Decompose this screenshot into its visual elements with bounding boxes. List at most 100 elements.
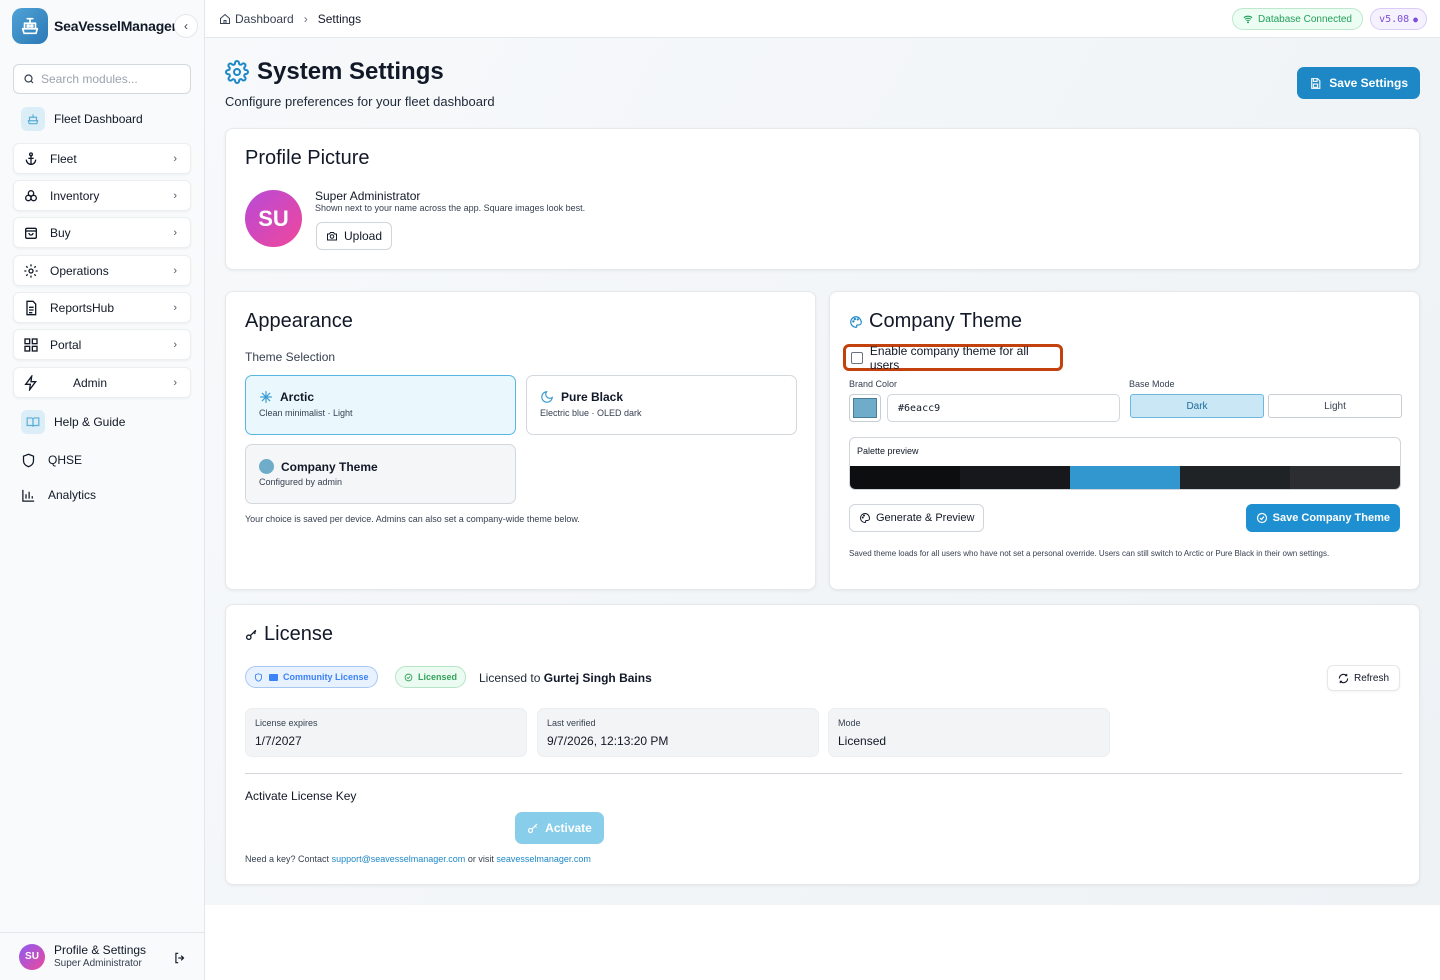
sidebar-item-buy[interactable]: Buy › [13, 217, 191, 248]
sidebar-item-fleet[interactable]: Fleet › [13, 143, 191, 174]
sidebar-item-inventory[interactable]: Inventory › [13, 180, 191, 211]
sidebar-item-label: Fleet Dashboard [54, 112, 143, 126]
palette-swatch [960, 466, 1070, 489]
camera-icon [327, 232, 337, 241]
module-search[interactable] [13, 64, 191, 94]
chevron-right-icon: › [303, 12, 308, 26]
profile-settings-link[interactable]: SU Profile & Settings Super Administrato… [0, 932, 205, 980]
shield-icon [255, 672, 262, 682]
theme-option-pure-black[interactable]: Pure Black Electric blue · OLED dark [526, 375, 797, 435]
logout-icon[interactable] [173, 951, 187, 965]
chevron-right-icon: › [173, 376, 177, 389]
website-link[interactable]: seavesselmanager.com [496, 854, 591, 864]
page-title: System Settings [257, 58, 444, 85]
profile-name: Super Administrator [315, 189, 421, 203]
palette-icon [850, 315, 862, 328]
sidebar: SeaVesselManager ‹ Fleet Dashboard Fleet… [0, 0, 205, 980]
theme-selection-label: Theme Selection [245, 350, 336, 364]
refresh-license-button[interactable]: Refresh [1326, 665, 1400, 691]
bar-chart-icon [22, 489, 35, 502]
stat-label: Mode [838, 718, 861, 728]
theme-option-arctic[interactable]: Arctic Clean minimalist · Light [245, 375, 516, 435]
sidebar-item-label: Inventory [50, 188, 100, 203]
palette-preview-label: Palette preview [857, 446, 919, 456]
license-mode-stat: Mode Licensed [828, 708, 1110, 757]
checkbox-label: Enable company theme for all users [869, 343, 1029, 372]
enable-company-theme-checkbox[interactable]: Enable company theme for all users [843, 343, 1063, 372]
stat-value: Licensed [838, 734, 887, 748]
base-mode-label: Base Mode [1129, 379, 1175, 389]
chevron-right-icon: › [173, 226, 177, 239]
brand-color-input[interactable]: #6eacc9 [887, 394, 1120, 422]
app-name: SeaVesselManager [54, 18, 177, 34]
theme-option-company[interactable]: Company Theme Configured by admin [245, 444, 516, 504]
shopping-bag-icon [25, 227, 37, 239]
support-email-link[interactable]: support@seavesselmanager.com [332, 854, 466, 864]
license-status-text: Licensed [418, 672, 458, 682]
mode-light-button[interactable]: Light [1268, 394, 1402, 418]
save-settings-button[interactable]: Save Settings [1297, 67, 1420, 99]
sidebar-item-operations[interactable]: Operations › [13, 255, 191, 286]
brand-color-swatch [853, 398, 877, 418]
sidebar-item-qhse[interactable]: QHSE [21, 450, 82, 470]
grid-icon [24, 337, 38, 352]
chevron-right-icon: › [173, 338, 177, 351]
refresh-icon [1338, 673, 1349, 683]
sidebar-item-label: Help & Guide [54, 415, 126, 429]
home-icon [220, 13, 230, 24]
mode-dark-button[interactable]: Dark [1130, 394, 1264, 418]
sidebar-item-fleet-dashboard[interactable]: Fleet Dashboard [13, 103, 191, 135]
upload-button[interactable]: Upload [316, 222, 393, 250]
version-text: v5.08 [1379, 13, 1410, 25]
licensee-name: Gurtej Singh Bains [543, 671, 652, 685]
wifi-icon [1243, 15, 1253, 24]
license-type-text: Community License [283, 672, 369, 682]
save-company-theme-label: Save Company Theme [1272, 512, 1390, 524]
card-icon [269, 673, 278, 681]
profile-picture-card: Profile Picture SU Super Administrator S… [225, 128, 1420, 270]
need-key-prefix: Need a key? Contact [245, 854, 330, 864]
stat-value: 9/7/2026, 12:13:20 PM [547, 734, 669, 748]
breadcrumb-dashboard[interactable]: Dashboard [235, 12, 294, 26]
document-icon [26, 300, 37, 315]
page-header: System Settings Configure preferences fo… [225, 58, 495, 109]
sidebar-item-label: Operations [50, 263, 109, 278]
profile-role: Super Administrator [54, 957, 142, 969]
avatar: SU [245, 190, 302, 247]
last-verified-stat: Last verified 9/7/2026, 12:13:20 PM [537, 708, 819, 757]
generate-preview-button[interactable]: Generate & Preview [849, 504, 985, 532]
licensed-to: Licensed to Gurtej Singh Bains [479, 671, 652, 685]
topbar: Dashboard › Settings Database Connected … [205, 0, 1440, 38]
sidebar-item-reportshub[interactable]: ReportsHub › [13, 292, 191, 323]
save-company-theme-button[interactable]: Save Company Theme [1245, 504, 1400, 532]
moon-icon [541, 391, 553, 403]
sidebar-item-analytics[interactable]: Analytics [21, 485, 96, 505]
collapse-sidebar-button[interactable]: ‹ [174, 14, 198, 38]
page-bottom [205, 905, 1440, 980]
page-subtitle: Configure preferences for your fleet das… [225, 94, 495, 109]
brand[interactable]: SeaVesselManager ‹ [12, 8, 200, 44]
sidebar-item-label: ReportsHub [50, 300, 115, 315]
activate-button[interactable]: Activate [515, 812, 604, 844]
card-title: Profile Picture [245, 147, 370, 169]
anchor-icon [25, 151, 37, 165]
key-icon [245, 629, 257, 641]
checkbox[interactable] [851, 351, 863, 364]
activate-license-title: Activate License Key [245, 789, 357, 803]
avatar: SU [19, 943, 45, 970]
card-title: Appearance [245, 310, 353, 332]
brand-color-picker[interactable] [849, 394, 881, 422]
appearance-note: Your choice is saved per device. Admins … [245, 514, 580, 524]
licensed-to-prefix: Licensed to [479, 671, 541, 685]
sidebar-item-help-guide[interactable]: Help & Guide [13, 406, 191, 438]
module-search-input[interactable] [41, 72, 181, 86]
sidebar-item-admin[interactable]: Admin › [13, 367, 191, 398]
check-circle-icon [404, 673, 413, 681]
palette-bar [850, 466, 1400, 489]
theme-option-subtitle: Configured by admin [259, 477, 343, 487]
need-key-text: Need a key? Contact support@seavesselman… [245, 854, 591, 864]
upload-label: Upload [344, 229, 383, 243]
license-type-badge: Community License [245, 666, 378, 688]
sidebar-item-portal[interactable]: Portal › [13, 329, 191, 360]
stat-value: 1/7/2027 [255, 734, 302, 748]
